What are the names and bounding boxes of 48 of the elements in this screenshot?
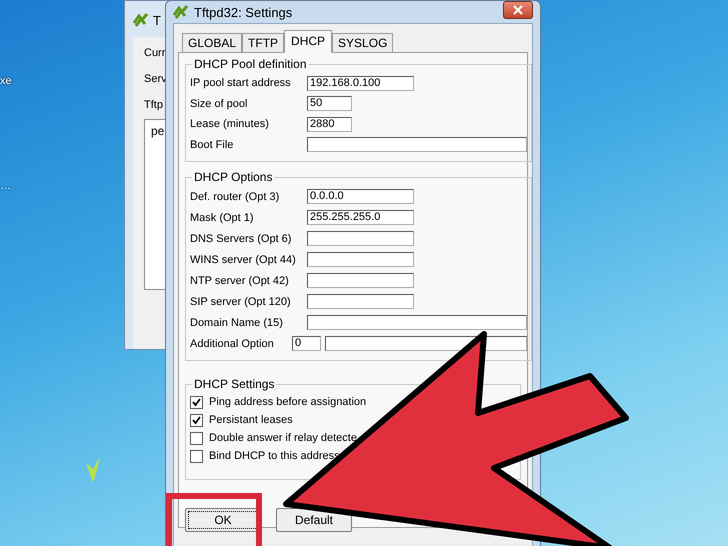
group-title: DHCP Options: [193, 170, 274, 184]
input-field[interactable]: 50: [307, 96, 352, 112]
input-field[interactable]: [325, 336, 527, 351]
input-field[interactable]: [307, 315, 527, 330]
input-field[interactable]: [307, 294, 414, 309]
checkbox[interactable]: [190, 450, 203, 462]
input-field[interactable]: 192.168.0.100: [307, 76, 414, 91]
input-field[interactable]: [307, 137, 527, 152]
input-field[interactable]: [307, 231, 414, 246]
field-label: Size of pool: [190, 98, 248, 110]
close-icon: [513, 5, 523, 15]
checkbox[interactable]: [190, 396, 203, 408]
tab[interactable]: SYSLOG: [332, 33, 394, 53]
field-label: Mask (Opt 1): [190, 212, 255, 224]
app-icon: [173, 5, 189, 19]
tab[interactable]: DHCP: [284, 30, 332, 53]
column-header: pe: [151, 124, 164, 138]
input-field[interactable]: [307, 252, 414, 267]
close-button[interactable]: [503, 1, 533, 19]
field-label: Lease (minutes): [190, 118, 270, 130]
field-label: Def. router (Opt 3): [190, 190, 280, 202]
field-label: WINS server (Opt 44): [190, 254, 297, 266]
checkbox-label: Persistant leases: [209, 414, 293, 426]
checkbox-label: Ping address before assignation: [209, 396, 366, 408]
checkbox[interactable]: [190, 414, 203, 426]
input-field[interactable]: [307, 273, 414, 288]
window-title: Tftpd32: Settings: [194, 4, 294, 20]
field-label: Additional Option: [190, 338, 275, 350]
tab[interactable]: GLOBAL: [182, 33, 242, 53]
group-title: DHCP Pool definition: [193, 57, 308, 71]
app-icon: [133, 13, 149, 27]
input-field[interactable]: 255.255.255.0: [307, 210, 414, 225]
field-label: NTP server (Opt 42): [190, 274, 290, 286]
input-field[interactable]: 2880: [307, 116, 352, 132]
field-label: SIP server (Opt 120): [190, 296, 292, 308]
desktop-icon-label[interactable]: xe: [0, 75, 12, 87]
checkbox-label: Double answer if relay detecte: [209, 432, 357, 444]
input-field[interactable]: 0.0.0.0: [307, 189, 414, 204]
field-label: Boot File: [190, 138, 234, 151]
group-title: DHCP Settings: [193, 377, 276, 391]
checkbox[interactable]: [190, 432, 203, 444]
input-field[interactable]: 0: [292, 336, 321, 351]
field-label: IP pool start address: [190, 77, 292, 90]
tab[interactable]: TFTP: [242, 33, 284, 53]
window-title: T: [153, 12, 161, 28]
field-label: Curr: [144, 47, 166, 59]
field-label: DNS Servers (Opt 6): [190, 232, 292, 244]
field-label: Domain Name (15): [190, 316, 284, 328]
